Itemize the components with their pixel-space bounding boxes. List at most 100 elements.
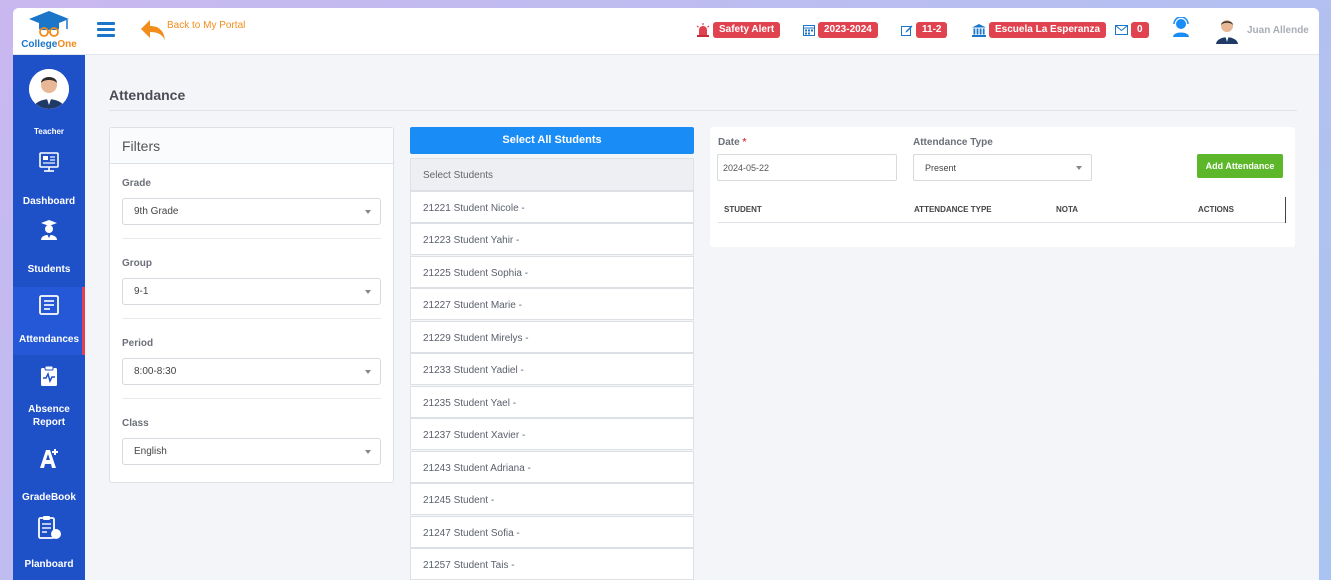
hamburger-line — [97, 34, 115, 37]
profile-avatar[interactable] — [29, 69, 69, 109]
support-button[interactable] — [1172, 15, 1190, 38]
student-list-item[interactable]: 21227 Student Marie - — [410, 288, 694, 320]
attendance-card: Date * 2024-05-22 Attendance Type Presen… — [710, 127, 1295, 247]
column-header-attendance-type[interactable]: ATTENDANCE TYPE — [914, 205, 992, 214]
date-input[interactable]: 2024-05-22 — [717, 154, 897, 181]
required-marker: * — [742, 137, 747, 148]
date-label-text: Date — [718, 137, 740, 148]
institution-icon — [972, 23, 986, 37]
sidebar-item-label: Students — [27, 264, 71, 275]
school-year-selector[interactable]: 2023-2024 — [803, 21, 878, 39]
menu-toggle-button[interactable] — [97, 22, 115, 38]
headset-user-icon — [1172, 15, 1190, 42]
grade-group-selector[interactable]: 11-2 — [901, 21, 948, 39]
filters-panel: Filters Grade 9th Grade Group 9-1 Period… — [109, 127, 394, 483]
sidebar-item-absence-report[interactable]: Absence Report — [13, 355, 85, 435]
reply-arrow-icon — [141, 20, 165, 40]
sidebar-item-attendances[interactable]: Attendances — [13, 287, 85, 355]
student-list-item[interactable]: 21237 Student Xavier - — [410, 418, 694, 450]
class-filter: Class English — [122, 418, 381, 465]
select-all-students-button[interactable]: Select All Students — [410, 127, 694, 154]
school-year-badge: 2023-2024 — [818, 22, 878, 38]
sidebar-item-planboard[interactable]: Planboard — [13, 515, 85, 580]
safety-alert-badge: Safety Alert — [713, 22, 781, 38]
siren-icon — [696, 23, 710, 37]
student-list-item[interactable]: 21223 Student Yahir - — [410, 223, 694, 255]
student-list-item[interactable]: 21229 Student Mirelys - — [410, 321, 694, 353]
divider — [109, 110, 1297, 111]
student-list-item[interactable]: 21257 Student Tais - — [410, 548, 694, 580]
sidebar-item-gradebook[interactable]: GradeBook — [13, 447, 85, 515]
column-header-actions[interactable]: ACTIONS — [1198, 205, 1234, 214]
graduation-cap-icon — [29, 11, 69, 37]
attendance-icon — [39, 295, 59, 315]
envelope-icon — [1115, 25, 1128, 35]
student-list-item[interactable]: 21235 Student Yael - — [410, 386, 694, 418]
school-selector[interactable]: Escuela La Esperanza — [972, 21, 1107, 39]
filters-title: Filters — [110, 128, 393, 164]
grade-label: Grade — [122, 178, 151, 189]
page-title: Attendance — [109, 87, 186, 103]
hamburger-icon — [97, 22, 115, 25]
calendar-icon — [803, 24, 815, 36]
period-filter: Period 8:00-8:30 — [122, 338, 381, 385]
grade-group-badge: 11-2 — [916, 22, 948, 38]
divider — [122, 238, 381, 239]
app-window: CollegeOne Back to My Portal Safety Aler… — [13, 8, 1319, 580]
column-header-student[interactable]: STUDENT — [724, 205, 762, 214]
hamburger-line — [97, 28, 115, 31]
messages-button[interactable]: 0 — [1115, 21, 1149, 39]
user-name[interactable]: Juan Allende — [1247, 25, 1309, 36]
attendance-type-select[interactable]: Present — [913, 154, 1092, 181]
add-attendance-button[interactable]: Add Attendance — [1197, 154, 1283, 178]
period-label: Period — [122, 338, 154, 349]
planboard-icon — [38, 516, 61, 539]
sidebar-item-label: Attendances — [18, 334, 79, 345]
grade-icon — [40, 449, 58, 468]
sidebar-item-label: GradeBook — [22, 492, 76, 503]
grade-filter: Grade 9th Grade — [122, 178, 381, 225]
select-students-header: Select Students — [410, 158, 694, 191]
date-label: Date * — [718, 137, 746, 148]
divider — [122, 398, 381, 399]
clipboard-heart-icon — [41, 365, 57, 386]
role-label: Teacher — [33, 127, 65, 136]
back-label: Back to My Portal — [167, 20, 246, 31]
divider — [122, 318, 381, 319]
student-list-item[interactable]: 21247 Student Sofia - — [410, 516, 694, 548]
class-select[interactable]: English — [122, 438, 381, 465]
sidebar-item-label: Absence Report — [28, 404, 70, 428]
class-label: Class — [122, 418, 149, 429]
student-list-item[interactable]: 21245 Student - — [410, 483, 694, 515]
attendance-type-label: Attendance Type — [913, 137, 993, 148]
user-avatar[interactable] — [1215, 18, 1239, 44]
sidebar: Teacher Dashboard Students Attendances A… — [13, 55, 85, 580]
table-edge — [1285, 197, 1286, 223]
group-select[interactable]: 9-1 — [122, 278, 381, 305]
school-name-badge: Escuela La Esperanza — [989, 22, 1107, 38]
student-list-item[interactable]: 21225 Student Sophia - — [410, 256, 694, 288]
user-avatar-icon — [1216, 20, 1238, 44]
table-header-divider — [718, 222, 1286, 223]
logo-text: CollegeOne — [21, 39, 77, 50]
top-bar: CollegeOne Back to My Portal Safety Aler… — [13, 8, 1319, 55]
group-label: Group — [122, 258, 152, 269]
period-select[interactable]: 8:00-8:30 — [122, 358, 381, 385]
messages-count-badge: 0 — [1131, 22, 1149, 38]
dashboard-icon — [39, 152, 59, 172]
student-icon — [41, 220, 57, 240]
sidebar-item-dashboard[interactable]: Dashboard — [13, 151, 85, 219]
sidebar-item-label: Planboard — [24, 559, 74, 570]
student-list-item[interactable]: 21243 Student Adriana - — [410, 451, 694, 483]
safety-alert-button[interactable]: Safety Alert — [696, 21, 781, 39]
sidebar-item-students[interactable]: Students — [13, 219, 85, 287]
group-filter: Group 9-1 — [122, 258, 381, 305]
student-list-item[interactable]: 21221 Student Nicole - — [410, 191, 694, 223]
edit-icon — [901, 24, 913, 36]
profile-photo-icon — [29, 69, 69, 109]
student-list-item[interactable]: 21233 Student Yadiel - — [410, 353, 694, 385]
sidebar-item-label: Dashboard — [22, 196, 76, 207]
column-header-nota[interactable]: NOTA — [1056, 205, 1078, 214]
grade-select[interactable]: 9th Grade — [122, 198, 381, 225]
logo[interactable]: CollegeOne — [13, 8, 85, 55]
